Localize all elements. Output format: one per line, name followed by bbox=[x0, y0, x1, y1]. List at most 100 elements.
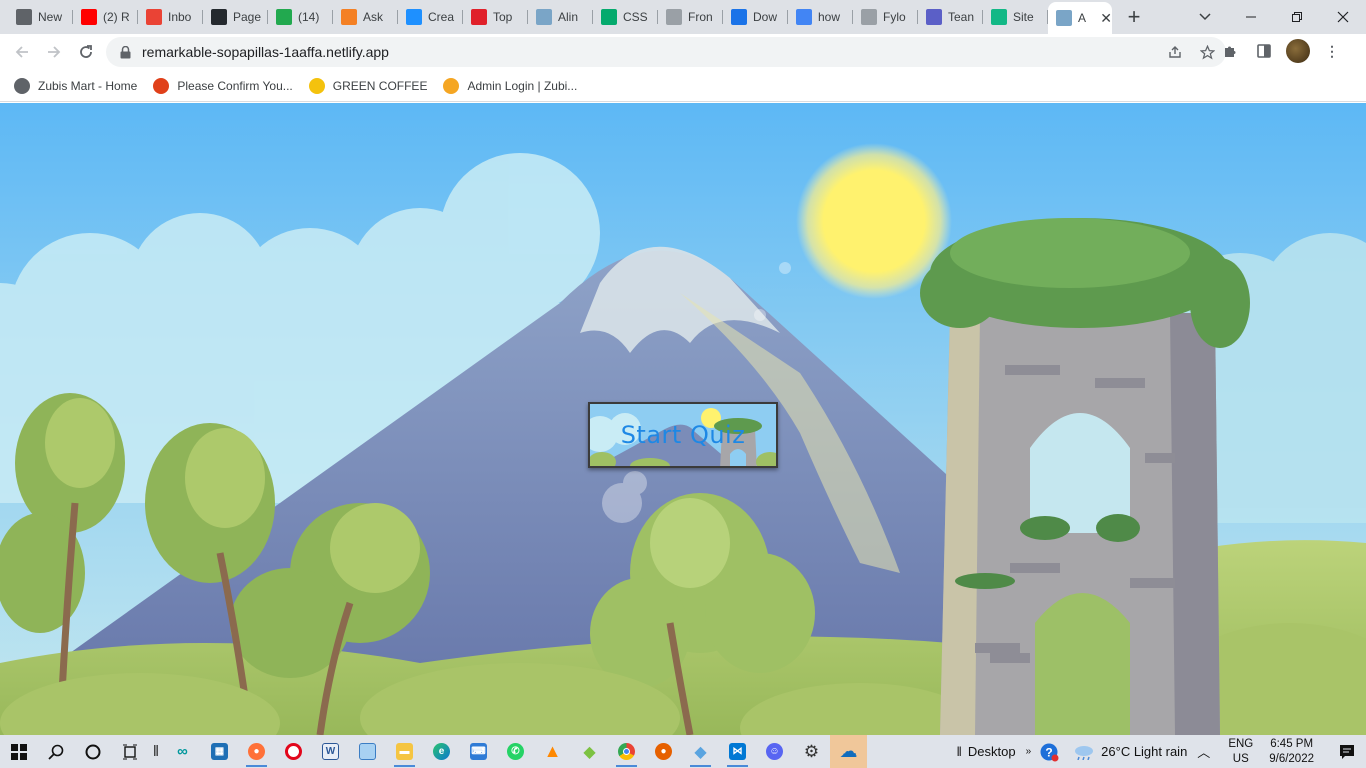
start-windows-icon[interactable] bbox=[0, 735, 37, 768]
landscape-icon bbox=[1056, 10, 1072, 26]
chrome-icon bbox=[16, 9, 32, 25]
firefox-dev-icon[interactable]: ● bbox=[645, 735, 682, 768]
arduino-icon[interactable]: ∞ bbox=[164, 735, 201, 768]
chrome-icon[interactable] bbox=[608, 735, 645, 768]
tab-title: Site bbox=[1013, 10, 1034, 24]
browser-tab[interactable]: how bbox=[788, 0, 853, 34]
chevron-right-icon[interactable]: » bbox=[1026, 746, 1032, 757]
browser-tab[interactable]: Page bbox=[203, 0, 268, 34]
clock[interactable]: 6:45 PM 9/6/2022 bbox=[1269, 737, 1314, 767]
arrow-right-icon bbox=[48, 46, 61, 58]
browser-tab[interactable]: Top bbox=[463, 0, 528, 34]
close-window-button[interactable] bbox=[1320, 0, 1366, 34]
stackoverflow-icon bbox=[341, 9, 357, 25]
bookmarks-bar: Zubis Mart - Home Please Confirm You... GR… bbox=[0, 70, 1366, 102]
badge-14-icon bbox=[276, 9, 292, 25]
help-icon[interactable]: ? bbox=[1039, 742, 1059, 762]
file-explorer-icon[interactable]: ▬ bbox=[386, 735, 423, 768]
gitkraken-2-icon[interactable]: ◆ bbox=[682, 735, 719, 768]
chevron-up-icon[interactable]: ︿ bbox=[1197, 742, 1210, 761]
browser-tab[interactable]: Crea bbox=[398, 0, 463, 34]
bookmark-item[interactable]: Zubis Mart - Home bbox=[14, 77, 137, 94]
browser-tab[interactable]: Fron bbox=[658, 0, 723, 34]
browser-tab[interactable]: Dow bbox=[723, 0, 788, 34]
new-tab-button[interactable]: + bbox=[1120, 3, 1148, 31]
lock-icon[interactable] bbox=[118, 45, 132, 59]
landscape-icon bbox=[536, 9, 552, 25]
browser-tab[interactable]: Alin bbox=[528, 0, 593, 34]
onedrive-icon[interactable]: ☁ bbox=[830, 735, 867, 768]
side-panel-icon[interactable] bbox=[1252, 39, 1276, 63]
browser-tab-active[interactable]: A ✕ bbox=[1048, 2, 1112, 34]
forward-button[interactable] bbox=[38, 36, 70, 68]
notification-center-icon[interactable] bbox=[1328, 744, 1366, 760]
tab-title: Fron bbox=[688, 10, 713, 24]
opera-icon[interactable] bbox=[275, 735, 312, 768]
browser-tab[interactable]: Tean bbox=[918, 0, 983, 34]
browser-tab[interactable]: Fylo bbox=[853, 0, 918, 34]
shopping-bag-icon bbox=[153, 77, 170, 94]
minimize-icon bbox=[1246, 16, 1256, 18]
chevron-down-icon bbox=[1199, 13, 1211, 21]
url-text[interactable]: remarkable-sopapillas-1aaffa.netlify.app bbox=[142, 44, 389, 60]
zubis-icon bbox=[443, 77, 460, 94]
share-icon[interactable] bbox=[1164, 41, 1186, 63]
wordpad-icon[interactable]: W bbox=[312, 735, 349, 768]
tab-title: New bbox=[38, 10, 63, 24]
extensions-puzzle-icon[interactable] bbox=[1218, 39, 1242, 63]
google-icon bbox=[796, 9, 812, 25]
language-indicator[interactable]: ENG US bbox=[1228, 737, 1253, 767]
desktop-toolbar-label[interactable]: Desktop bbox=[968, 744, 1016, 759]
smiley-icon bbox=[308, 77, 325, 94]
browser-toolbar: remarkable-sopapillas-1aaffa.netlify.app… bbox=[0, 34, 1366, 70]
calculator-icon[interactable]: ▦ bbox=[201, 735, 238, 768]
search-icon[interactable] bbox=[37, 735, 74, 768]
whatsapp-icon[interactable]: ✆ bbox=[497, 735, 534, 768]
keyboard-icon[interactable]: ⌨ bbox=[460, 735, 497, 768]
tab-title: CSS bbox=[623, 10, 648, 24]
weather-text: 26°C Light rain bbox=[1101, 744, 1188, 759]
close-tab-icon[interactable]: ✕ bbox=[1100, 10, 1112, 27]
cortana-icon[interactable] bbox=[74, 735, 111, 768]
discord-icon[interactable]: ☺ bbox=[756, 735, 793, 768]
window-controls bbox=[1228, 0, 1366, 34]
weather-widget[interactable]: 26°C Light rain bbox=[1073, 744, 1187, 760]
browser-tab[interactable]: CSS bbox=[593, 0, 658, 34]
edge-icon[interactable]: e bbox=[423, 735, 460, 768]
firefox-icon[interactable]: ● bbox=[238, 735, 275, 768]
tab-title: Ask bbox=[363, 10, 384, 24]
tab-title: Dow bbox=[753, 10, 778, 24]
profile-avatar[interactable] bbox=[1286, 39, 1310, 63]
browser-tab[interactable]: Ask bbox=[333, 0, 398, 34]
bookmark-item[interactable]: GREEN COFFEE bbox=[308, 77, 427, 94]
notepad-icon[interactable] bbox=[349, 735, 386, 768]
more-menu-icon[interactable]: ⋮ bbox=[1320, 39, 1344, 63]
start-quiz-label: Start Quiz bbox=[620, 421, 746, 449]
address-bar-actions bbox=[1164, 41, 1218, 63]
browser-tab[interactable]: Inbo bbox=[138, 0, 203, 34]
task-view-icon[interactable] bbox=[111, 735, 148, 768]
vlc-icon[interactable]: ▲ bbox=[534, 735, 571, 768]
settings-gear-icon[interactable]: ⚙ bbox=[793, 735, 830, 768]
minimize-button[interactable] bbox=[1228, 0, 1274, 34]
browser-tab[interactable]: (14) bbox=[268, 0, 333, 34]
address-bar[interactable]: remarkable-sopapillas-1aaffa.netlify.app bbox=[106, 37, 1226, 67]
browser-tab[interactable]: (2) R bbox=[73, 0, 138, 34]
globe-icon bbox=[14, 77, 30, 94]
back-button[interactable] bbox=[6, 36, 38, 68]
quiz-landing-page: Start Quiz bbox=[0, 103, 1366, 735]
vscode-icon[interactable]: ⋈ bbox=[719, 735, 756, 768]
bookmark-item[interactable]: Admin Login | Zubi... bbox=[443, 77, 577, 94]
browser-tab[interactable]: New bbox=[8, 0, 73, 34]
restore-button[interactable] bbox=[1274, 0, 1320, 34]
rain-cloud-icon bbox=[1075, 745, 1094, 760]
reload-button[interactable] bbox=[70, 36, 102, 68]
browser-tab[interactable]: Site bbox=[983, 0, 1048, 34]
diamond-icon bbox=[991, 9, 1007, 25]
tab-search-button[interactable] bbox=[1194, 6, 1216, 28]
start-quiz-button[interactable]: Start Quiz bbox=[588, 402, 778, 468]
bookmark-item[interactable]: Please Confirm You... bbox=[153, 77, 293, 94]
toolbar-right: ⋮ bbox=[1218, 39, 1344, 63]
gitkraken-icon[interactable]: ◆ bbox=[571, 735, 608, 768]
bookmark-star-icon[interactable] bbox=[1196, 41, 1218, 63]
